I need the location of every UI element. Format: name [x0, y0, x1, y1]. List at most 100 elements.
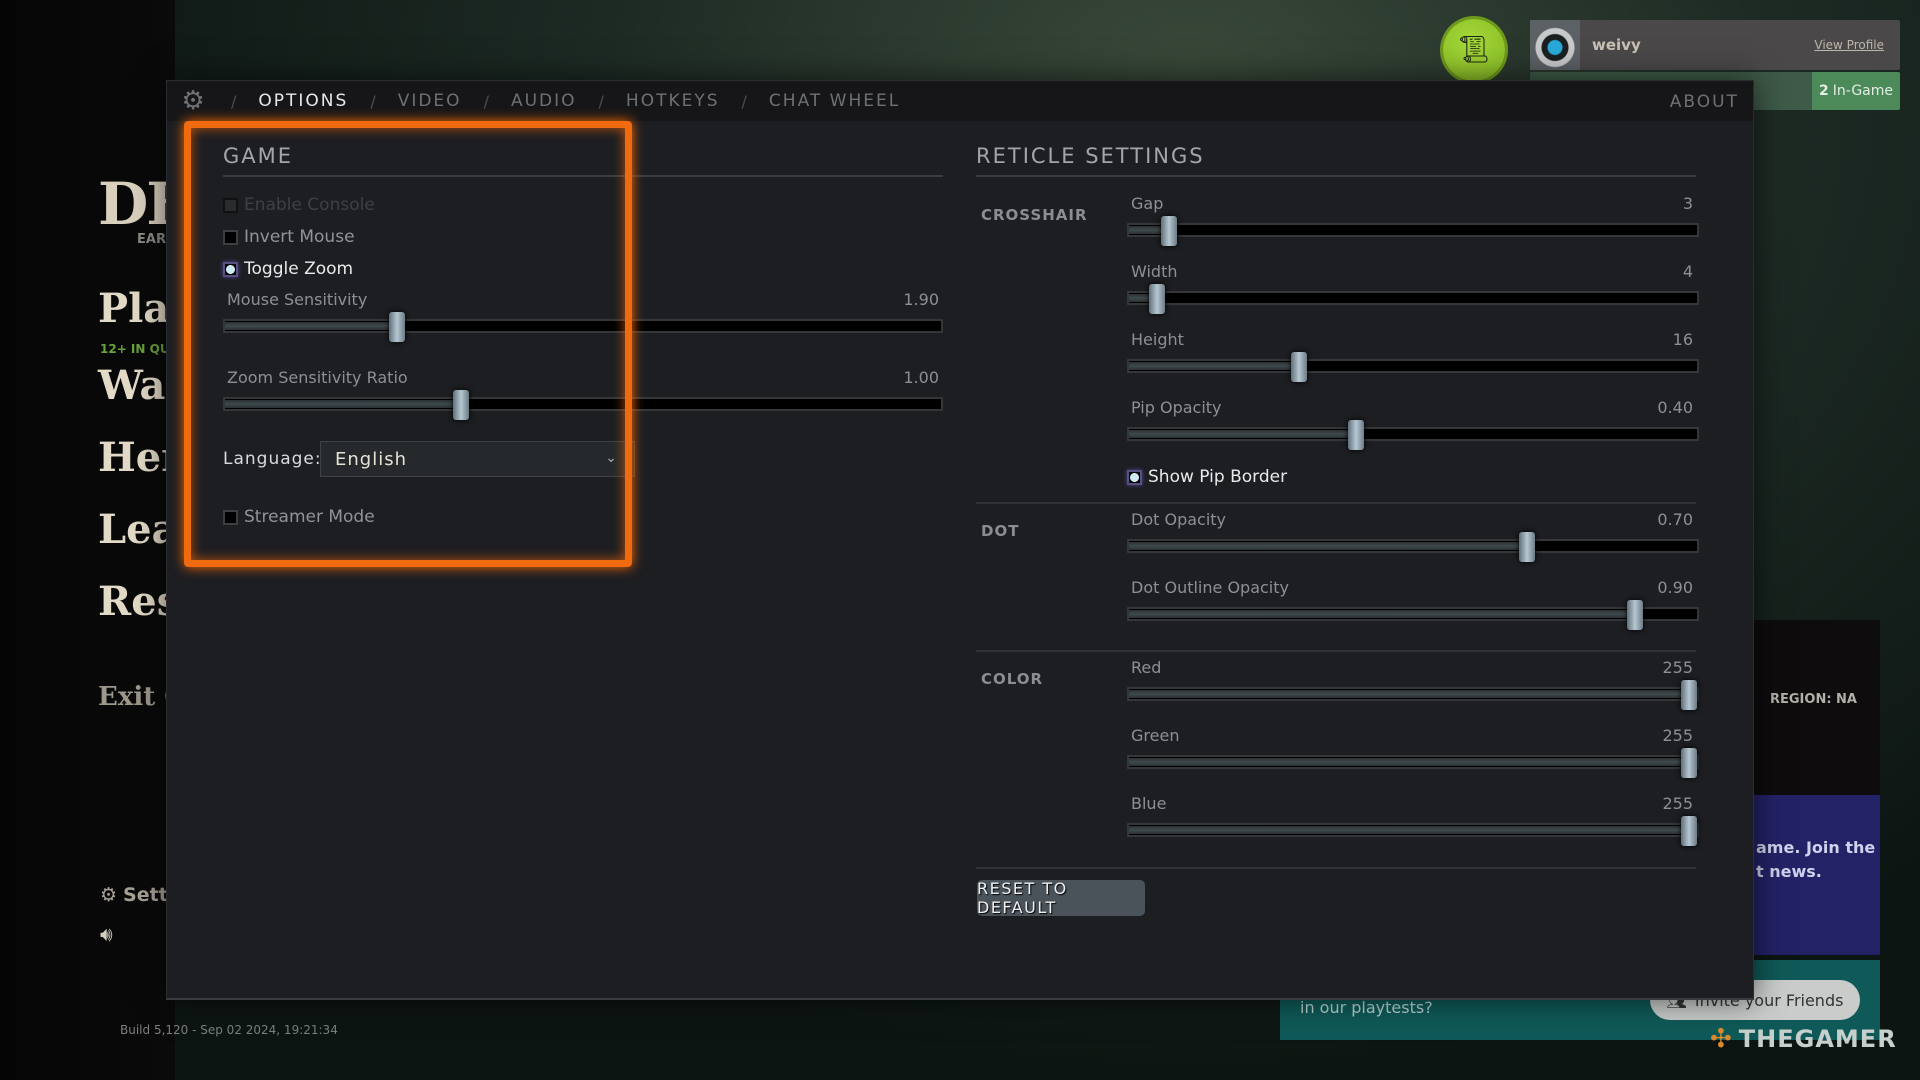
enable-console-checkbox[interactable]: Enable Console	[223, 195, 375, 215]
red-slider[interactable]	[1127, 680, 1699, 710]
pip-opacity-value: 0.40	[1657, 398, 1693, 417]
tab-hotkeys[interactable]: HOTKEYS	[626, 91, 720, 111]
zoom-sensitivity-slider[interactable]	[223, 390, 943, 420]
playtest-text: in our playtests?	[1300, 998, 1433, 1017]
tab-options[interactable]: OPTIONS	[258, 91, 348, 111]
gear-icon: ⚙	[100, 884, 118, 906]
tab-video[interactable]: VIDEO	[398, 91, 462, 111]
game-section-rule	[223, 175, 943, 177]
pip-opacity-slider[interactable]	[1127, 420, 1699, 450]
slider-fill	[225, 400, 462, 408]
game-logo-subtitle: EAR	[137, 232, 166, 247]
slider-thumb[interactable]	[1348, 420, 1365, 450]
slider-thumb[interactable]	[1518, 532, 1535, 562]
tab-audio[interactable]: AUDIO	[511, 91, 577, 111]
toggle-zoom-checkbox[interactable]: Toggle Zoom	[223, 259, 353, 279]
scroll-icon: 📜︎	[1457, 35, 1491, 65]
width-label: Width	[1131, 262, 1178, 281]
show-pip-border-checkbox[interactable]: Show Pip Border	[1127, 467, 1287, 487]
profile-name: weivy	[1592, 36, 1641, 54]
pip-opacity-label: Pip Opacity	[1131, 398, 1222, 417]
red-label: Red	[1131, 658, 1162, 677]
patch-notes-button[interactable]: 📜︎	[1443, 19, 1505, 81]
watermark-logo-icon: ✣	[1710, 1024, 1733, 1054]
volume-icon[interactable]: 🔊︎	[100, 922, 113, 946]
slider-thumb[interactable]	[388, 312, 405, 342]
language-label: Language:	[223, 449, 322, 469]
checkbox-box[interactable]	[223, 509, 238, 525]
checkbox-label: Toggle Zoom	[244, 259, 354, 279]
promo-text: ame. Join the t news.	[1756, 836, 1880, 884]
options-window: ⚙ / OPTIONS / VIDEO / AUDIO / HOTKEYS / …	[166, 80, 1754, 1000]
checkbox-box[interactable]	[223, 197, 238, 213]
checkbox-label: Invert Mouse	[244, 227, 355, 247]
slider-thumb[interactable]	[1681, 680, 1697, 710]
blue-value: 255	[1662, 794, 1693, 813]
tab-separator: /	[741, 91, 747, 111]
dot-opacity-label: Dot Opacity	[1131, 510, 1227, 529]
height-value: 16	[1672, 330, 1693, 349]
region-label: REGION: NA	[1770, 692, 1857, 707]
blue-slider[interactable]	[1127, 816, 1699, 846]
tab-separator: /	[598, 91, 604, 111]
gap-label: Gap	[1131, 194, 1164, 213]
avatar[interactable]	[1530, 20, 1580, 70]
slider-fill	[1129, 758, 1697, 766]
language-dropdown[interactable]: English ⌄	[320, 441, 635, 477]
bg-settings-button[interactable]: ⚙ Sett	[100, 884, 168, 906]
slider-fill	[1129, 542, 1527, 550]
tab-chat-wheel[interactable]: CHAT WHEEL	[769, 91, 900, 111]
height-slider[interactable]	[1127, 352, 1699, 382]
blue-label: Blue	[1131, 794, 1167, 813]
queue-badge: 12+ IN QU	[100, 342, 170, 356]
dot-opacity-value: 0.70	[1657, 510, 1693, 529]
width-value: 4	[1682, 262, 1693, 281]
in-game-label: In-Game	[1832, 83, 1893, 99]
slider-fill	[1129, 610, 1635, 618]
mouse-sensitivity-value: 1.90	[903, 290, 939, 309]
checkbox-box[interactable]	[1127, 469, 1142, 485]
tab-about[interactable]: ABOUT	[1670, 92, 1739, 112]
checkbox-box[interactable]	[223, 229, 238, 245]
promo-line: ame. Join the	[1756, 838, 1876, 857]
slider-thumb[interactable]	[1160, 216, 1177, 246]
width-slider[interactable]	[1127, 284, 1699, 314]
slider-thumb[interactable]	[1626, 600, 1643, 630]
height-label: Height	[1131, 330, 1184, 349]
invert-mouse-checkbox[interactable]: Invert Mouse	[223, 227, 355, 247]
slider-fill	[225, 322, 397, 330]
gap-slider[interactable]	[1127, 216, 1699, 246]
mouse-sensitivity-slider[interactable]	[223, 312, 943, 342]
dot-outline-opacity-value: 0.90	[1657, 578, 1693, 597]
dot-outline-opacity-label: Dot Outline Opacity	[1131, 578, 1289, 597]
view-profile-link[interactable]: View Profile	[1814, 38, 1884, 52]
slider-fill	[1129, 826, 1697, 834]
group-divider	[976, 650, 1696, 652]
green-slider[interactable]	[1127, 748, 1699, 778]
slider-fill	[1129, 362, 1300, 370]
crosshair-group-label: CROSSHAIR	[981, 206, 1088, 224]
checkbox-label: Show Pip Border	[1148, 467, 1288, 487]
slider-thumb[interactable]	[1681, 816, 1697, 846]
dot-opacity-slider[interactable]	[1127, 532, 1699, 562]
promo-line: t news.	[1756, 862, 1822, 881]
region-card	[1754, 620, 1880, 795]
friends-in-game-badge[interactable]: 2 In-Game	[1812, 72, 1900, 110]
green-value: 255	[1662, 726, 1693, 745]
dot-outline-opacity-slider[interactable]	[1127, 600, 1699, 630]
reticle-section-title: RETICLE SETTINGS	[976, 144, 1205, 168]
slider-thumb[interactable]	[1149, 284, 1166, 314]
profile-card: weivy View Profile	[1530, 20, 1900, 70]
checkbox-label: Enable Console	[244, 195, 375, 215]
zoom-sensitivity-label: Zoom Sensitivity Ratio	[227, 368, 408, 387]
slider-thumb[interactable]	[1681, 748, 1697, 778]
tab-bar: ⚙ / OPTIONS / VIDEO / AUDIO / HOTKEYS / …	[167, 81, 1753, 121]
checkbox-box[interactable]	[223, 261, 238, 277]
gear-icon[interactable]: ⚙	[177, 85, 209, 117]
slider-thumb[interactable]	[453, 390, 470, 420]
red-value: 255	[1662, 658, 1693, 677]
reset-to-default-button[interactable]: RESET TO DEFAULT	[977, 879, 1145, 917]
streamer-mode-checkbox[interactable]: Streamer Mode	[223, 507, 375, 527]
tab-separator: /	[483, 91, 489, 111]
slider-thumb[interactable]	[1291, 352, 1308, 382]
